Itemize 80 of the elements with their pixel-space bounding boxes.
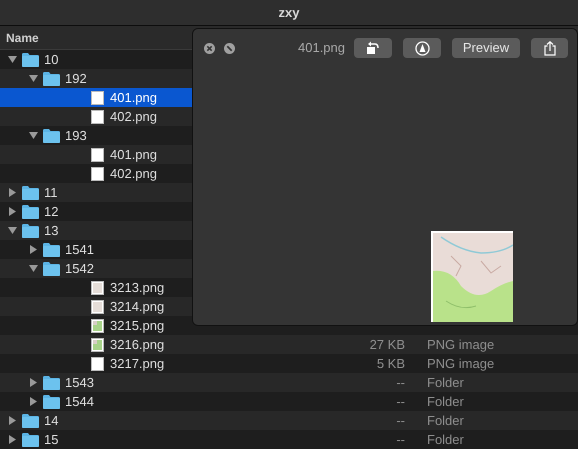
- preview-button[interactable]: Preview: [452, 38, 520, 58]
- folder-icon: [43, 72, 60, 86]
- expand-triangle-icon[interactable]: [29, 245, 38, 254]
- file-row[interactable]: 1543 -- Folder: [0, 373, 578, 392]
- collapse-triangle-icon[interactable]: [29, 74, 38, 83]
- window-title: zxy: [278, 4, 300, 22]
- folder-icon: [22, 414, 39, 428]
- rotate-button[interactable]: [354, 38, 392, 58]
- image-file-icon: [91, 148, 104, 162]
- file-kind: Folder: [427, 412, 464, 430]
- file-name: 1541: [65, 240, 94, 259]
- collapse-triangle-icon[interactable]: [8, 55, 17, 64]
- image-file-icon: [91, 90, 104, 104]
- file-size: --: [395, 430, 405, 449]
- folder-icon: [22, 224, 39, 238]
- image-file-icon: [91, 318, 104, 332]
- file-name: 192: [65, 70, 87, 88]
- share-icon: [544, 40, 556, 56]
- image-file-icon: [91, 356, 104, 370]
- image-file-icon: [91, 110, 104, 124]
- file-name: 402.png: [110, 164, 157, 183]
- collapse-triangle-icon[interactable]: [29, 131, 38, 140]
- file-size: 27 KB: [368, 336, 405, 354]
- file-size: 5 KB: [376, 354, 405, 373]
- folder-icon: [43, 376, 60, 390]
- file-name: 3217.png: [110, 354, 164, 373]
- collapse-triangle-icon[interactable]: [8, 226, 17, 235]
- folder-icon: [22, 186, 39, 200]
- close-icon[interactable]: [204, 42, 215, 54]
- file-name: 3214.png: [110, 298, 164, 316]
- file-row[interactable]: 3216.png 27 KB PNG image: [0, 335, 578, 354]
- file-kind: Folder: [427, 374, 464, 392]
- collapse-triangle-icon[interactable]: [29, 264, 38, 273]
- image-file-icon: [91, 166, 104, 180]
- file-row[interactable]: 14 -- Folder: [0, 411, 578, 430]
- file-name: 1542: [65, 260, 94, 278]
- name-column-header[interactable]: Name: [6, 28, 39, 46]
- expand-triangle-icon[interactable]: [8, 207, 17, 216]
- file-kind: PNG image: [427, 354, 494, 373]
- file-kind: PNG image: [427, 336, 494, 354]
- folder-icon: [22, 52, 39, 66]
- image-file-icon: [91, 280, 104, 294]
- file-size: --: [395, 412, 405, 430]
- folder-icon: [43, 242, 60, 256]
- expand-triangle-icon[interactable]: [29, 378, 38, 387]
- file-kind: Folder: [427, 430, 464, 449]
- rotate-icon: [366, 41, 380, 55]
- expand-triangle-icon[interactable]: [8, 188, 17, 197]
- file-name: 1544: [65, 392, 94, 411]
- file-name: 11: [44, 184, 58, 202]
- file-name: 13: [44, 222, 58, 240]
- file-name: 14: [44, 412, 58, 430]
- folder-icon: [43, 394, 60, 408]
- expand-triangle-icon[interactable]: [8, 416, 17, 425]
- folder-icon: [22, 204, 39, 218]
- file-name: 10: [44, 50, 58, 69]
- expand-triangle-icon[interactable]: [29, 397, 38, 406]
- share-button[interactable]: [531, 38, 568, 58]
- file-name: 3213.png: [110, 278, 164, 297]
- markup-button[interactable]: [403, 38, 441, 58]
- folder-icon: [43, 128, 60, 142]
- file-size: --: [395, 392, 405, 411]
- image-file-icon: [91, 338, 104, 352]
- file-name: 12: [44, 202, 58, 221]
- quick-look-title: 401.png: [298, 39, 345, 58]
- file-name: 3216.png: [110, 336, 164, 354]
- pen-tip-circle-icon: [414, 40, 430, 56]
- file-name: 3215.png: [110, 316, 164, 335]
- image-file-icon: [91, 300, 104, 314]
- expand-triangle-icon[interactable]: [8, 435, 17, 444]
- folder-icon: [43, 262, 60, 276]
- file-name: 401.png: [110, 88, 157, 107]
- file-name: 1543: [65, 374, 94, 392]
- file-name: 401.png: [110, 146, 157, 164]
- file-name: 402.png: [110, 108, 157, 126]
- file-name: 193: [65, 126, 87, 145]
- folder-icon: [22, 432, 39, 446]
- file-kind: Folder: [427, 392, 464, 411]
- file-size: --: [395, 374, 405, 392]
- file-name: 15: [44, 430, 58, 449]
